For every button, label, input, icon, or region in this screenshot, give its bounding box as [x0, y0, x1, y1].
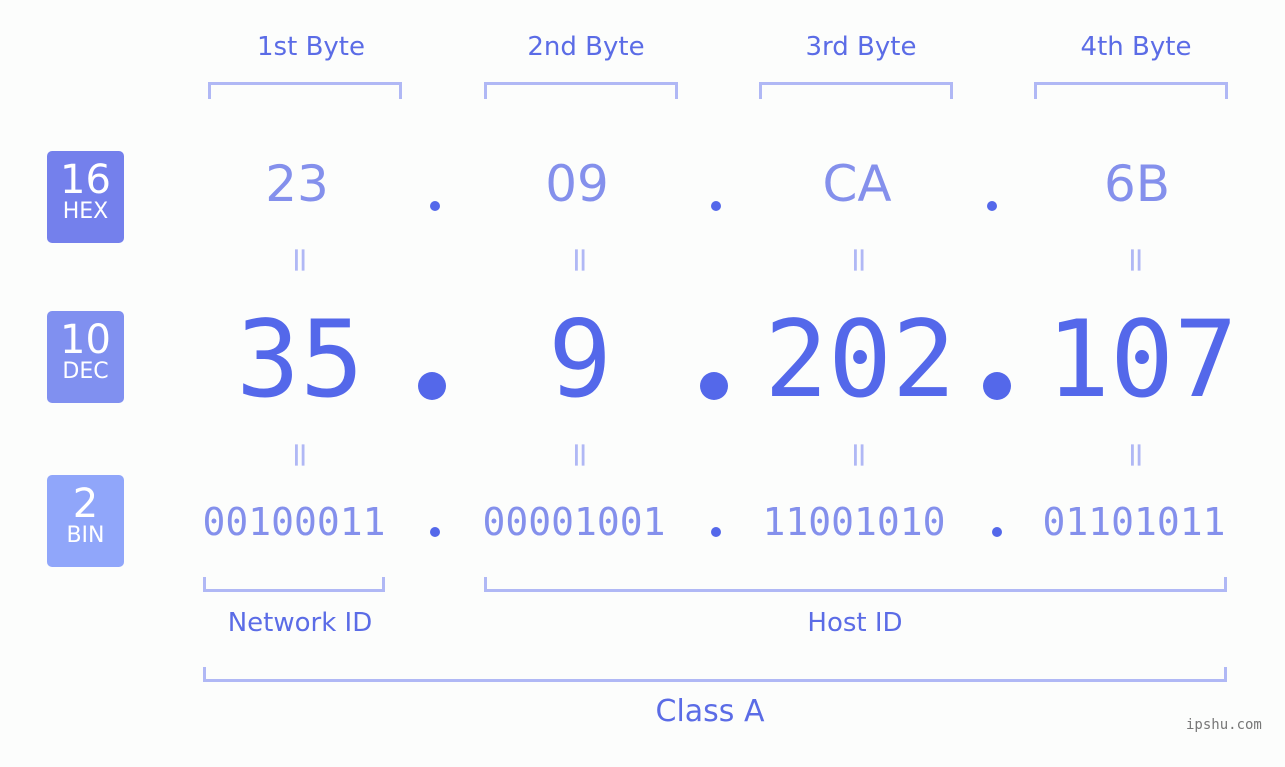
- equals-icon: =: [280, 245, 320, 275]
- dec-value-1: 35: [236, 298, 364, 421]
- byte-label-3: 3rd Byte: [805, 32, 917, 62]
- dec-value-3: 202: [764, 298, 956, 421]
- equals-icon: =: [280, 440, 320, 470]
- hex-dot-1: [430, 201, 440, 211]
- equals-icon: =: [560, 245, 600, 275]
- host-id-label: Host ID: [807, 608, 903, 638]
- bin-value-4: 01101011: [1042, 500, 1226, 544]
- bin-badge: 2 BIN: [47, 475, 124, 567]
- bin-base: 2: [72, 481, 99, 527]
- network-bracket: [203, 577, 385, 592]
- hex-dot-2: [711, 201, 721, 211]
- dec-badge: 10 DEC: [47, 311, 124, 403]
- dec-value-2: 9: [548, 298, 612, 421]
- byte-bracket-3: [759, 82, 953, 99]
- dec-dot-1: [418, 372, 446, 400]
- hex-value-3: CA: [822, 155, 892, 213]
- byte-label-4: 4th Byte: [1080, 32, 1192, 62]
- equals-icon: =: [839, 245, 879, 275]
- hex-name: HEX: [62, 199, 109, 224]
- bin-value-1: 00100011: [202, 500, 386, 544]
- byte-label-2: 2nd Byte: [527, 32, 645, 62]
- bin-value-3: 11001010: [762, 500, 946, 544]
- dec-dot-3: [983, 372, 1011, 400]
- equals-icon: =: [1116, 440, 1156, 470]
- hex-value-4: 6B: [1103, 155, 1171, 213]
- watermark: ipshu.com: [1186, 717, 1262, 733]
- bin-value-2: 00001001: [482, 500, 666, 544]
- hex-dot-3: [987, 201, 997, 211]
- network-id-label: Network ID: [227, 608, 373, 638]
- dec-base: 10: [60, 317, 111, 363]
- dec-dot-2: [700, 372, 728, 400]
- hex-base: 16: [60, 157, 111, 203]
- hex-value-2: 09: [545, 155, 609, 213]
- equals-icon: =: [1116, 245, 1156, 275]
- bin-dot-2: [711, 527, 721, 537]
- hex-badge: 16 HEX: [47, 151, 124, 243]
- bin-dot-1: [430, 527, 440, 537]
- class-label: Class A: [655, 694, 765, 729]
- equals-icon: =: [839, 440, 879, 470]
- byte-bracket-2: [484, 82, 678, 99]
- class-bracket: [203, 667, 1227, 682]
- equals-icon: =: [560, 440, 600, 470]
- dec-name: DEC: [62, 359, 109, 384]
- host-bracket: [484, 577, 1227, 592]
- bin-dot-3: [992, 527, 1002, 537]
- bin-name: BIN: [66, 523, 105, 548]
- byte-bracket-4: [1034, 82, 1228, 99]
- byte-label-1: 1st Byte: [257, 32, 365, 62]
- dec-value-4: 107: [1046, 298, 1238, 421]
- byte-bracket-1: [208, 82, 402, 99]
- hex-value-1: 23: [265, 155, 329, 213]
